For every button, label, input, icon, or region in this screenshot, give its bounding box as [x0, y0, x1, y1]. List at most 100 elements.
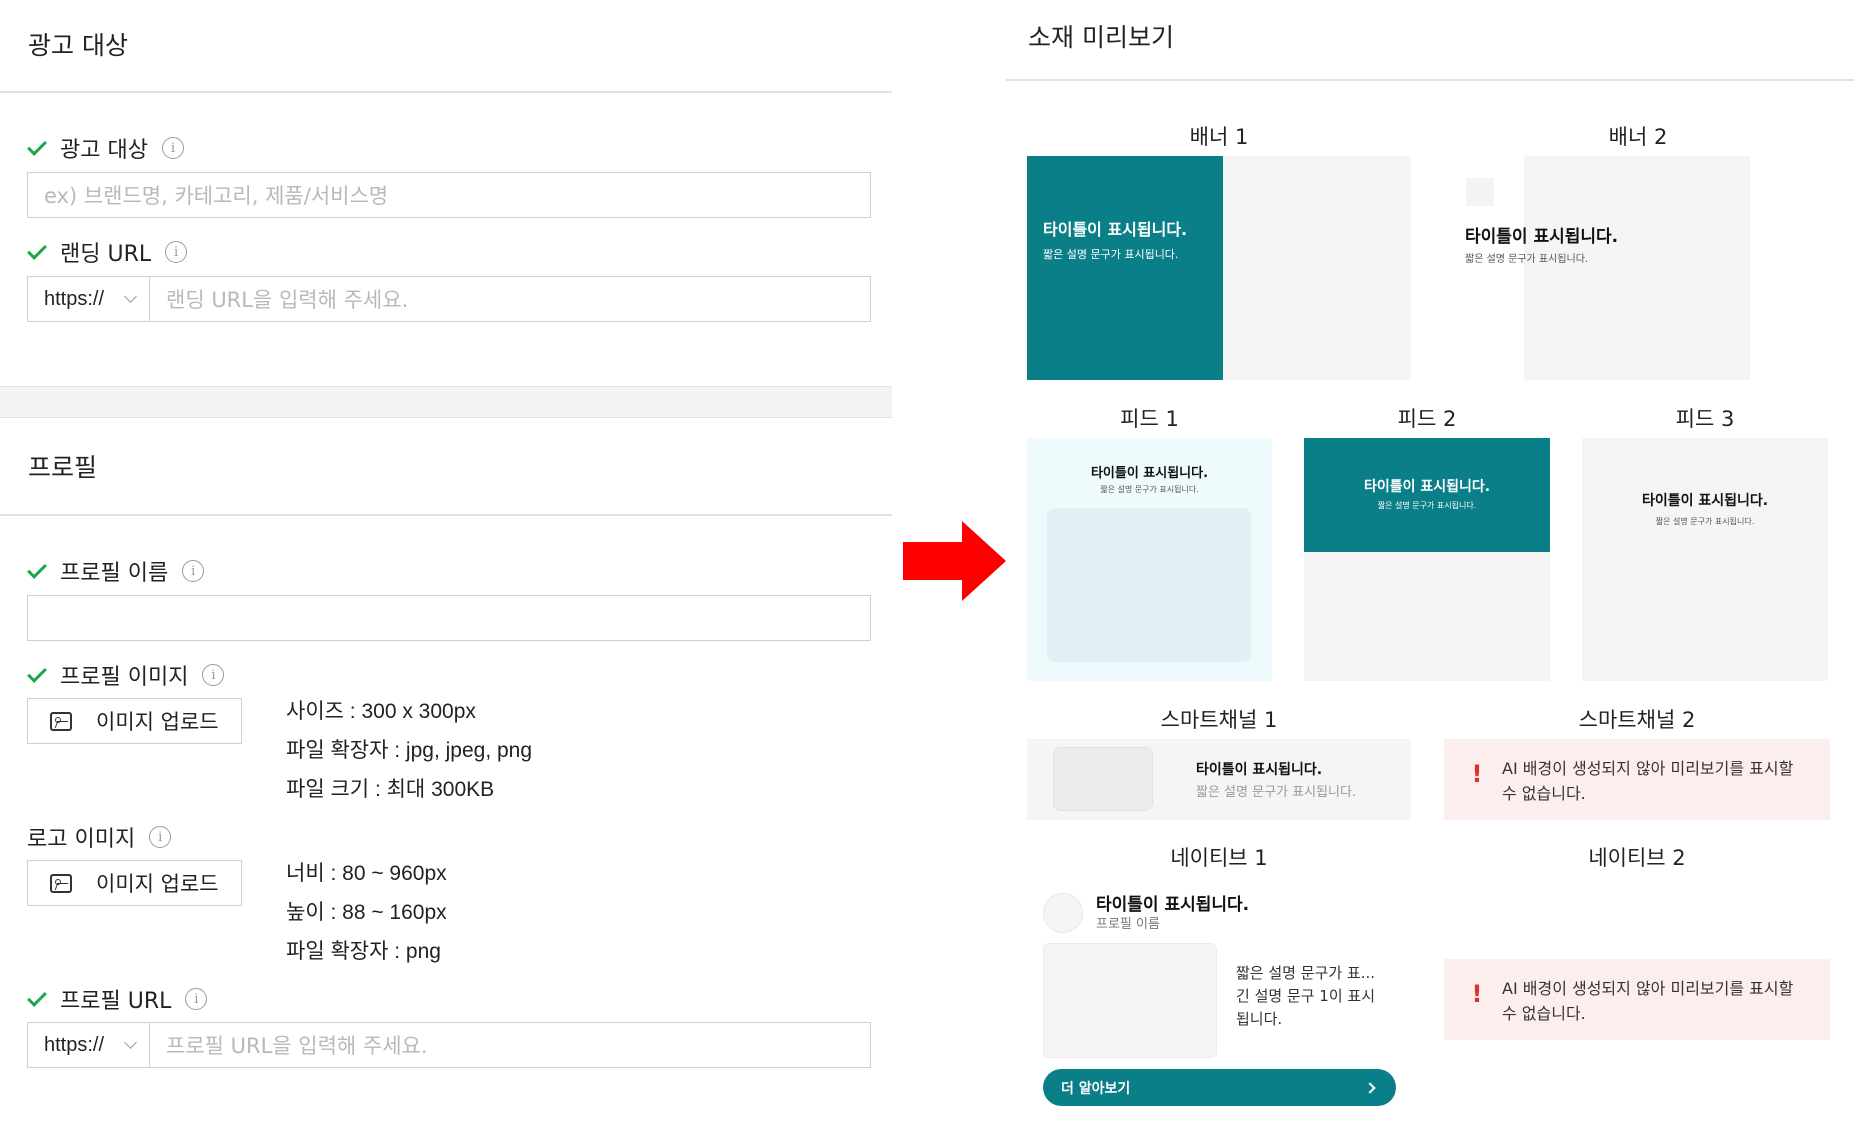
feed1-sub: 짧은 설명 문구가 표시됩니다. [1100, 485, 1199, 494]
landing-url-label-text: 랜딩 URL [60, 242, 152, 267]
error-icon: ! [1471, 760, 1483, 788]
target-input-placeholder: ex) 브랜드명, 카테고리, 제품/서비스명 [44, 184, 389, 208]
landing-url-input[interactable]: 랜딩 URL을 입력해 주세요. [150, 277, 870, 321]
preview-label-native2: 네이티브 2 [1588, 846, 1686, 870]
preview-title: 소재 미리보기 [1028, 23, 1174, 52]
info-icon[interactable]: i [149, 826, 172, 848]
banner2-preview [1524, 156, 1750, 380]
spec-line: 사이즈 : 300 x 300px [286, 700, 476, 723]
logo-image-upload-button[interactable]: 이미지 업로드 [27, 860, 242, 906]
image-icon [50, 711, 72, 731]
smart1-title: 타이틀이 표시됩니다. [1196, 762, 1323, 778]
section-title-profile: 프로필 [28, 453, 98, 482]
profile-url-placeholder: 프로필 URL을 입력해 주세요. [166, 1034, 428, 1058]
banner1-title: 타이틀이 표시됩니다. [1043, 220, 1188, 239]
divider [1006, 79, 1854, 81]
feed2-sub: 짧은 설명 문구가 표시됩니다. [1377, 501, 1477, 510]
info-icon[interactable]: i [182, 560, 205, 582]
native1-cta-button[interactable]: 더 알아보기 [1043, 1069, 1396, 1106]
check-icon [27, 663, 47, 683]
cta-label: 더 알아보기 [1061, 1080, 1131, 1097]
preview-label-smart1: 스마트채널 1 [1160, 708, 1278, 732]
feed3-preview: 타이틀이 표시됩니다. 짧은 설명 문구가 표시됩니다. [1582, 438, 1828, 681]
info-icon[interactable]: i [202, 664, 225, 686]
info-icon[interactable]: i [161, 137, 184, 159]
banner2-sub: 짧은 설명 문구가 표시됩니다. [1465, 254, 1589, 265]
landing-url-protocol-select[interactable]: https:// [28, 277, 150, 321]
arrow-right-icon [903, 542, 963, 580]
native1-image-placeholder [1043, 943, 1217, 1058]
banner1-preview: 타이틀이 표시됩니다. 짧은 설명 문구가 표시됩니다. [1027, 156, 1411, 380]
landing-url-row: https:// 랜딩 URL을 입력해 주세요. [27, 276, 871, 322]
native1-profile-name: 프로필 이름 [1096, 917, 1160, 932]
avatar [1043, 893, 1083, 933]
protocol-value: https:// [44, 287, 105, 310]
chevron-down-icon [124, 1036, 137, 1049]
banner2-logo-placeholder [1466, 178, 1494, 206]
native1-title: 타이틀이 표시됩니다. [1096, 895, 1250, 915]
desc-line: 긴 설명 문구 1이 표시 [1236, 987, 1376, 1005]
profile-url-input[interactable]: 프로필 URL을 입력해 주세요. [150, 1023, 870, 1067]
image-icon [50, 873, 72, 893]
section-title-target: 광고 대상 [28, 31, 128, 60]
preview-label-smart2: 스마트채널 2 [1578, 708, 1696, 732]
banner1-sub: 짧은 설명 문구가 표시됩니다. [1043, 248, 1179, 261]
profile-image-specs: 사이즈 : 300 x 300px 파일 확장자 : jpg, jpeg, pn… [286, 692, 532, 809]
feed1-image-placeholder [1047, 508, 1251, 662]
profile-name-label: 프로필 이름 i [27, 556, 205, 586]
upload-label: 이미지 업로드 [96, 872, 219, 896]
preview-label-banner2: 배너 2 [1608, 125, 1668, 149]
profile-url-row: https:// 프로필 URL을 입력해 주세요. [27, 1022, 871, 1068]
chevron-right-icon [1364, 1081, 1376, 1094]
feed2-preview: 타이틀이 표시됩니다. 짧은 설명 문구가 표시됩니다. [1304, 438, 1550, 681]
arrow-right-icon-head [962, 521, 1006, 601]
profile-name-input[interactable] [27, 595, 871, 641]
check-icon [27, 240, 47, 260]
profile-image-label-text: 프로필 이미지 [60, 665, 189, 690]
target-field-label-text: 광고 대상 [60, 138, 148, 163]
preview-label-banner1: 배너 1 [1189, 125, 1249, 149]
logo-image-label-text: 로고 이미지 [27, 827, 136, 852]
profile-url-label-text: 프로필 URL [60, 989, 172, 1014]
preview-label-feed3: 피드 3 [1675, 407, 1735, 431]
preview-label-feed2: 피드 2 [1397, 407, 1457, 431]
landing-url-label: 랜딩 URL i [27, 237, 188, 267]
profile-image-label: 프로필 이미지 i [27, 660, 225, 690]
target-input[interactable]: ex) 브랜드명, 카테고리, 제품/서비스명 [27, 172, 871, 218]
smart1-sub: 짧은 설명 문구가 표시됩니다. [1196, 785, 1357, 800]
info-icon[interactable]: i [185, 988, 208, 1010]
native2-error-box: ! AI 배경이 생성되지 않아 미리보기를 표시할 수 없습니다. [1444, 959, 1830, 1040]
feed3-sub: 짧은 설명 문구가 표시됩니다. [1655, 517, 1755, 526]
logo-image-label: 로고 이미지 i [27, 822, 172, 852]
native2-error-text: AI 배경이 생성되지 않아 미리보기를 표시할 수 없습니다. [1502, 979, 1794, 1023]
divider [0, 91, 892, 93]
profile-name-label-text: 프로필 이름 [60, 561, 169, 586]
banner2-title: 타이틀이 표시됩니다. [1465, 227, 1619, 247]
desc-line: 짧은 설명 문구가 표... [1236, 964, 1376, 982]
divider [0, 514, 892, 516]
preview-label-native1: 네이티브 1 [1170, 846, 1268, 870]
spec-line: 파일 크기 : 최대 300KB [286, 778, 495, 801]
feed2-title: 타이틀이 표시됩니다. [1363, 479, 1491, 495]
protocol-value: https:// [44, 1033, 105, 1056]
upload-label: 이미지 업로드 [96, 710, 219, 734]
profile-image-upload-button[interactable]: 이미지 업로드 [27, 698, 242, 744]
smart2-error-box: ! AI 배경이 생성되지 않아 미리보기를 표시할 수 없습니다. [1444, 739, 1830, 820]
landing-url-placeholder: 랜딩 URL을 입력해 주세요. [166, 288, 409, 312]
banner1-color-panel [1027, 156, 1223, 380]
smart1-preview: 타이틀이 표시됩니다. 짧은 설명 문구가 표시됩니다. [1027, 739, 1411, 820]
smart2-error-text: AI 배경이 생성되지 않아 미리보기를 표시할 수 없습니다. [1502, 759, 1794, 803]
feed1-title: 타이틀이 표시됩니다. [1090, 466, 1209, 481]
check-icon [27, 987, 47, 1007]
chevron-down-icon [124, 290, 137, 303]
smart1-image-placeholder [1053, 747, 1153, 811]
feed3-title: 타이틀이 표시됩니다. [1641, 493, 1769, 509]
profile-url-protocol-select[interactable]: https:// [28, 1023, 150, 1067]
spec-line: 파일 확장자 : png [286, 940, 441, 963]
info-icon[interactable]: i [165, 241, 188, 263]
feed1-preview: 타이틀이 표시됩니다. 짧은 설명 문구가 표시됩니다. [1027, 438, 1272, 681]
preview-label-feed1: 피드 1 [1120, 407, 1179, 431]
check-icon [27, 136, 47, 156]
logo-image-specs: 너비 : 80 ~ 960px 높이 : 88 ~ 160px 파일 확장자 :… [286, 854, 447, 971]
error-icon: ! [1471, 980, 1483, 1008]
